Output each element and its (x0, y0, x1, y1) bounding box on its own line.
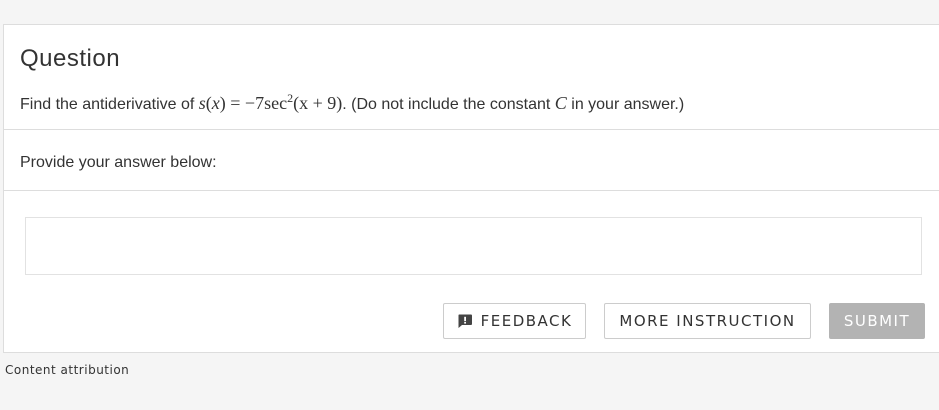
submit-button[interactable]: SUBMIT (829, 303, 925, 339)
submit-label: SUBMIT (843, 312, 911, 330)
divider (4, 190, 939, 191)
math-constant-letter: C (554, 93, 567, 113)
answer-prompt: Provide your answer below: (20, 154, 217, 171)
math-var: x (211, 93, 220, 113)
feedback-button-label: FEEDBACK (480, 312, 573, 330)
answer-input[interactable] (25, 217, 922, 275)
more-instruction-label: MORE INSTRUCTION (619, 312, 796, 330)
math-equals: = −7sec (225, 93, 288, 113)
math-constant: C (555, 93, 567, 113)
divider (4, 129, 939, 130)
question-text: Find the antiderivative of s(x) = −7sec2… (20, 91, 684, 117)
content-attribution-link[interactable]: Content attribution (5, 363, 129, 377)
more-instruction-button[interactable]: MORE INSTRUCTION (604, 303, 811, 339)
question-text-prefix: Find the antiderivative of (20, 96, 199, 113)
feedback-icon (458, 314, 472, 328)
question-card: Question Find the antiderivative of s(x)… (3, 24, 939, 353)
math-func: s (198, 93, 206, 113)
question-math: s(x) = −7sec2(x + 9) (198, 91, 343, 113)
question-text-suffix: . (Do not include the constant (342, 96, 555, 113)
question-title: Question (20, 45, 121, 72)
math-arg: (x + 9) (293, 93, 343, 113)
question-text-end: in your answer.) (566, 96, 685, 113)
feedback-button[interactable]: FEEDBACK (443, 303, 586, 339)
